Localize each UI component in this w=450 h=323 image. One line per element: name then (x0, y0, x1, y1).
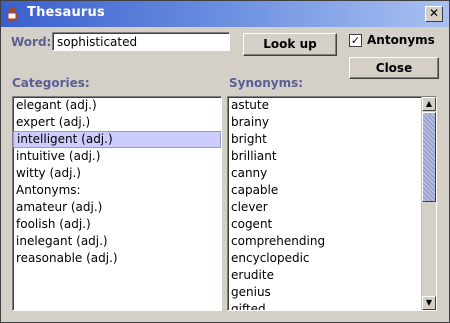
list-item[interactable]: amateur (adj.) (13, 199, 221, 216)
list-item[interactable]: bright (228, 131, 436, 148)
scroll-up-arrow-icon[interactable]: ▲ (422, 97, 436, 111)
word-input[interactable]: sophisticated (52, 32, 230, 51)
list-item[interactable]: foolish (adj.) (13, 216, 221, 233)
synonyms-label: Synonyms: (229, 76, 304, 90)
synonyms-list[interactable]: astute brainy bright brilliant canny cap… (227, 96, 437, 311)
list-item[interactable]: clever (228, 199, 436, 216)
list-item-selected[interactable]: intelligent (adj.) (13, 131, 221, 148)
thesaurus-window: Thesaurus ✕ Word: sophisticated Look up … (0, 0, 450, 323)
list-item[interactable]: witty (adj.) (13, 165, 221, 182)
close-button[interactable]: Close (349, 57, 439, 79)
scrollbar-thumb[interactable] (422, 112, 436, 202)
list-item[interactable]: comprehending (228, 233, 436, 250)
scroll-down-arrow-icon[interactable]: ▼ (422, 296, 436, 310)
antonyms-checkbox[interactable]: ✓ (349, 34, 362, 47)
list-item[interactable]: expert (adj.) (13, 114, 221, 131)
list-item[interactable]: genius (228, 284, 436, 301)
lookup-button[interactable]: Look up (243, 33, 337, 56)
list-item[interactable]: cogent (228, 216, 436, 233)
list-item[interactable]: intuitive (adj.) (13, 148, 221, 165)
list-item[interactable]: erudite (228, 267, 436, 284)
list-item[interactable]: inelegant (adj.) (13, 233, 221, 250)
word-label: Word: (11, 35, 52, 49)
list-item[interactable]: reasonable (adj.) (13, 250, 221, 267)
list-item[interactable]: Antonyms: (13, 182, 221, 199)
list-item[interactable]: gifted (228, 301, 436, 310)
list-item[interactable]: astute (228, 97, 436, 114)
list-item[interactable]: brainy (228, 114, 436, 131)
list-item[interactable]: encyclopedic (228, 250, 436, 267)
antonyms-label[interactable]: Antonyms (367, 33, 435, 47)
list-item[interactable]: capable (228, 182, 436, 199)
list-item[interactable]: elegant (adj.) (13, 97, 221, 114)
title-bar[interactable]: Thesaurus ✕ (1, 1, 449, 27)
categories-label: Categories: (12, 76, 90, 90)
list-item[interactable]: brilliant (228, 148, 436, 165)
list-item[interactable]: canny (228, 165, 436, 182)
synonyms-scrollbar[interactable]: ▲ ▼ (421, 97, 436, 310)
java-cup-icon (7, 7, 18, 21)
categories-list[interactable]: elegant (adj.) expert (adj.) intelligent… (12, 96, 222, 311)
close-window-icon[interactable]: ✕ (425, 6, 443, 22)
window-title: Thesaurus (27, 5, 105, 20)
